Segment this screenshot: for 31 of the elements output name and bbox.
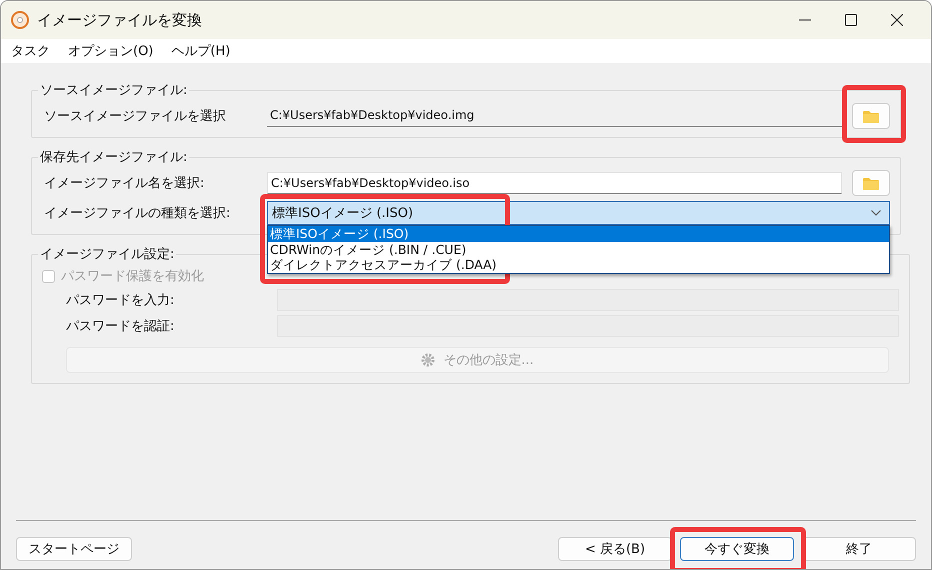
window-title: イメージファイルを変換 — [37, 10, 202, 30]
folder-icon — [863, 176, 879, 190]
field-label: ソースイメージファイルを選択 — [43, 108, 227, 125]
convert-button[interactable]: 今すぐ変換 — [680, 537, 794, 561]
group-title: 保存先イメージファイル: — [39, 149, 188, 166]
gear-icon — [421, 353, 436, 367]
start-page-button[interactable]: スタートページ — [16, 537, 132, 561]
group-title: ソースイメージファイル: — [39, 82, 188, 99]
group-title: イメージファイル設定: — [39, 246, 176, 263]
browse-button[interactable] — [852, 103, 890, 129]
maximize-icon[interactable] — [845, 14, 857, 26]
checkbox-label: パスワード保護を有効化 — [61, 268, 204, 285]
path-field[interactable]: C:¥Users¥fab¥Desktop¥video.iso — [267, 172, 842, 194]
field-label: パスワードを認証: — [66, 318, 176, 335]
field-label: イメージファイル名を選択: — [43, 175, 206, 192]
field-label: パスワードを入力: — [66, 292, 176, 309]
field-label: イメージファイルの種類を選択: — [43, 205, 232, 222]
chevron-down-icon — [871, 210, 881, 216]
dropdown-option[interactable]: CDRWinのイメージ (.BIN / .CUE) — [268, 242, 889, 257]
type-dropdown[interactable]: 標準ISOイメージ (.ISO) — [267, 201, 890, 225]
dropdown-option[interactable]: 標準ISOイメージ (.ISO) — [268, 226, 889, 242]
menu-item[interactable]: オプション(O) — [68, 42, 154, 60]
dropdown-option[interactable]: ダイレクトアクセスアーカイブ (.DAA) — [268, 257, 889, 272]
browse-button[interactable] — [852, 170, 890, 196]
close-icon[interactable] — [891, 14, 903, 26]
folder-icon — [863, 110, 879, 122]
menu-item[interactable]: ヘルプ(H) — [171, 42, 230, 60]
menu-item[interactable]: タスク — [11, 42, 50, 60]
path-field[interactable]: C:¥Users¥fab¥Desktop¥video.img — [267, 105, 842, 127]
disc-icon — [11, 11, 29, 29]
back-button[interactable]: < 戻る(B) — [558, 537, 672, 561]
